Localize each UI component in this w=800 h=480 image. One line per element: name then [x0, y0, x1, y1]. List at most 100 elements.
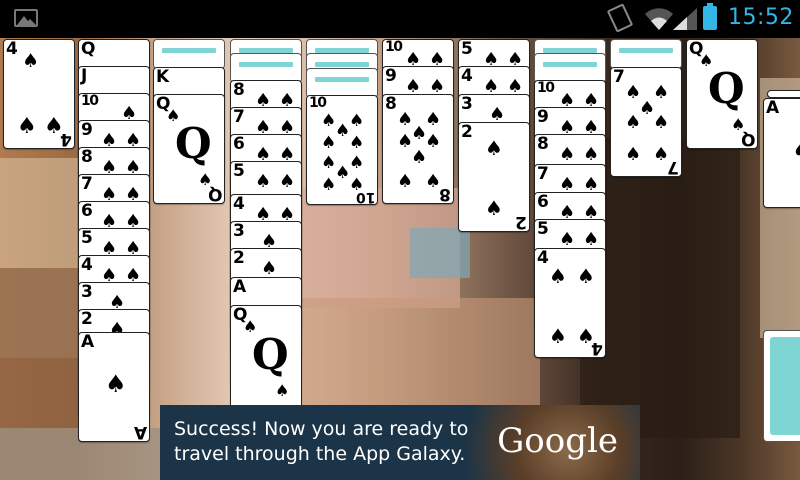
card-4-spades[interactable]: 4 ♠ ♠ ♠ ♠ 4: [534, 248, 606, 358]
card-10-spades[interactable]: 10 ♠ ♠ ♠ ♠ ♠ ♠ ♠ ♠ ♠ ♠ 10: [306, 95, 378, 205]
card-rank: 4: [6, 39, 18, 59]
spade-icon: ♠: [105, 370, 127, 398]
spade-icon: ♠: [321, 133, 337, 153]
card-rank: 9: [537, 107, 549, 127]
foundation-stack[interactable]: [767, 90, 800, 98]
card-rank: 7: [613, 67, 625, 87]
card-rank-inverted: 4: [60, 129, 72, 149]
status-bar: 15:52: [0, 0, 800, 38]
card-rank: A: [766, 98, 779, 118]
card-rank: 6: [81, 201, 93, 221]
card-face: Q: [175, 119, 212, 168]
stock-pile[interactable]: [763, 330, 800, 442]
card-rank: Q: [81, 39, 95, 59]
card-face: Q: [252, 330, 289, 379]
spade-icon: ♠: [425, 109, 442, 130]
card-rank: 6: [537, 192, 549, 212]
vibrate-icon: [606, 3, 634, 33]
card-rank-inverted: 2: [515, 212, 527, 232]
card-rank: 7: [537, 164, 549, 184]
card-rank: 4: [461, 66, 473, 86]
wifi-icon: [645, 8, 673, 30]
card-rank: K: [156, 67, 169, 87]
card-rank: 10: [537, 80, 555, 96]
card-rank: 6: [233, 134, 245, 154]
facedown-card: [153, 39, 225, 69]
card-rank: 10: [385, 39, 403, 55]
card-rank-inverted: 10: [355, 189, 375, 205]
spade-icon: ♠: [411, 147, 428, 168]
facedown-card: [306, 68, 378, 98]
card-rank: 8: [81, 147, 93, 167]
card-rank: 5: [461, 39, 473, 59]
spade-icon: ♠: [425, 131, 442, 152]
spade-icon: ♠: [279, 171, 296, 192]
spade-icon: ♠: [255, 171, 272, 192]
card-face: Q: [708, 64, 745, 113]
card-4-spades[interactable]: 4 ♠ ♠ ♠ 4: [3, 39, 75, 149]
signal-icon: [673, 8, 697, 30]
card-Q-spades[interactable]: Q ♠ Q ♠ Q: [686, 39, 758, 149]
card-rank: 3: [81, 282, 93, 302]
google-logo: Google: [497, 421, 618, 461]
spade-icon: ♠: [549, 264, 567, 288]
card-rank: 8: [385, 94, 397, 114]
spade-icon: ♠: [653, 82, 670, 103]
card-rank: A: [233, 277, 246, 297]
ad-banner[interactable]: Success! Now you are ready to travel thr…: [160, 405, 640, 480]
card-rank: 9: [385, 66, 397, 86]
card-8-spades[interactable]: 8 ♠ ♠ ♠ ♠ ♠ ♠ ♠ ♠ 8: [382, 94, 454, 204]
card-rank: J: [81, 66, 87, 86]
spade-icon: ♠: [577, 264, 595, 288]
card-Q-spades[interactable]: Q ♠ Q ♠ Q: [153, 94, 225, 204]
card-rank: A: [81, 332, 94, 352]
facedown-card: [610, 39, 682, 69]
spade-icon: ♠: [792, 138, 800, 162]
ad-line-2: travel through the App Galaxy.: [174, 443, 466, 465]
card-rank-inverted: 4: [591, 338, 603, 358]
spade-icon: ♠: [583, 144, 600, 165]
card-7-spades[interactable]: 7 ♠ ♠ ♠ ♠ ♠ ♠ ♠ 7: [610, 67, 682, 177]
card-2-spades[interactable]: 2 ♠ ♠ 2: [458, 122, 530, 232]
clock: 15:52: [728, 5, 794, 30]
spade-icon: ♠: [349, 153, 365, 173]
spade-icon: ♠: [321, 153, 337, 173]
card-Q-spades[interactable]: Q ♠ Q ♠: [230, 305, 302, 415]
card-rank: 2: [233, 248, 245, 268]
gallery-icon[interactable]: [14, 9, 38, 27]
card-rank: 3: [233, 221, 245, 241]
spade-icon: ♠: [485, 196, 503, 220]
battery-icon: [703, 3, 717, 30]
card-rank: 2: [81, 309, 93, 329]
spade-icon: ♠: [349, 111, 365, 131]
card-rank: 5: [81, 228, 93, 248]
spade-icon: ♠: [625, 144, 642, 165]
ad-text: Success! Now you are ready to travel thr…: [174, 417, 468, 467]
card-rank: 9: [81, 120, 93, 140]
foundation-card-A[interactable]: A ♠: [763, 98, 800, 208]
spade-icon: ♠: [321, 175, 337, 195]
spade-icon: ♠: [653, 112, 670, 133]
card-rank-inverted: 7: [667, 157, 679, 177]
spade-icon: ♠: [321, 111, 337, 131]
card-rank: 7: [81, 174, 93, 194]
card-rank: 2: [461, 122, 473, 142]
card-rank: 10: [309, 95, 327, 111]
spade-icon: ♠: [559, 144, 576, 165]
card-rank: 8: [233, 80, 245, 100]
card-rank: 3: [461, 94, 473, 114]
spade-icon: ♠: [335, 121, 351, 141]
card-rank-inverted: Q: [207, 184, 222, 204]
card-rank-inverted: 8: [439, 184, 451, 204]
spade-icon: ♠: [397, 171, 414, 192]
card-rank: 10: [81, 93, 99, 109]
facedown-card: [534, 53, 606, 83]
card-A-spades[interactable]: A ♠ A: [78, 332, 150, 442]
card-rank: 4: [537, 248, 549, 268]
spade-icon: ♠: [17, 114, 37, 139]
card-rank-inverted: A: [133, 422, 147, 442]
card-rank: 5: [537, 219, 549, 239]
card-rank: 5: [233, 161, 245, 181]
spade-icon: ♠: [22, 50, 40, 72]
card-rank: 4: [233, 194, 245, 214]
